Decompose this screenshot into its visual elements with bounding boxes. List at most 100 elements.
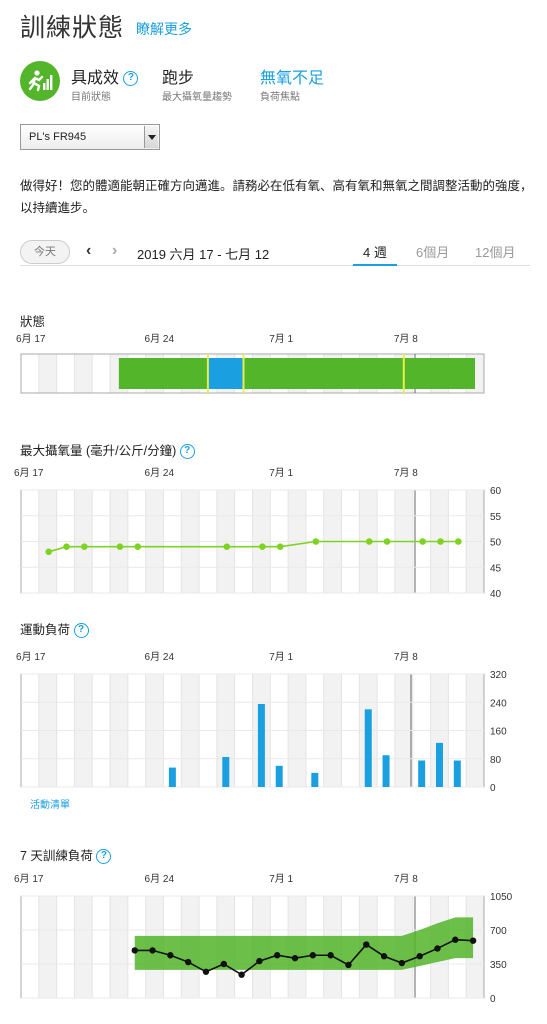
x-tick-label: 6月 17: [16, 333, 46, 345]
date-range: 2019 六月 17 - 七月 12: [137, 247, 270, 262]
x-tick-label: 6月 24: [145, 873, 175, 885]
load-bar: [311, 772, 319, 787]
y-tick-label: 45: [490, 563, 502, 574]
vo2-data-point: [81, 543, 88, 550]
vo2-data-point: [454, 538, 462, 545]
y-tick-label: 160: [490, 727, 507, 738]
tab-divider: [20, 265, 530, 266]
x-tick-label: 6月 24: [145, 467, 175, 479]
load-bar: [418, 760, 426, 787]
today-button[interactable]: 今天: [20, 240, 70, 264]
device-select-value: PL's FR945: [29, 131, 87, 143]
seven-day-load-title: 7 天訓練負荷 ?: [20, 845, 112, 865]
seven-day-load-point: [309, 952, 317, 959]
grid-column: [74, 354, 93, 393]
vo2-data-point: [419, 538, 426, 545]
x-tick-label: 7月 1: [269, 651, 293, 663]
y-tick-label: 0: [490, 783, 496, 794]
seven-day-load-point: [149, 947, 156, 954]
grid-column: [56, 896, 75, 998]
load-chart-title: 運動負荷 ?: [20, 619, 89, 639]
y-tick-label: 0: [490, 994, 496, 1005]
seven-day-load-point: [452, 936, 459, 943]
page-title: 訓練狀態: [20, 14, 125, 42]
help-icon[interactable]: ?: [96, 849, 112, 865]
activity-type: 跑步: [162, 70, 195, 87]
status-segment: [118, 358, 208, 389]
status-label: 目前狀態: [71, 92, 111, 103]
vo2-chart-title-text: 最大攝氧量 (毫升/公斤/分鐘): [20, 444, 177, 458]
y-tick-label: 80: [490, 755, 502, 766]
status-value: 具成效 ?: [71, 64, 139, 88]
y-tick-label: 50: [490, 538, 502, 549]
grid-column: [92, 354, 111, 393]
vo2-data-point: [45, 548, 53, 556]
status-segment: [207, 358, 244, 389]
y-tick-label: 40: [490, 589, 502, 600]
vo2-chart-title: 最大攝氧量 (毫升/公斤/分鐘) ?: [20, 440, 195, 460]
vo2-data-point: [63, 543, 70, 550]
vo2-data-point: [116, 543, 124, 550]
seven-day-load-point: [256, 957, 263, 965]
load-chart: 6月 17 6月 24 7月 1 7月 8 320 240 160 80 0: [16, 651, 507, 794]
grid-column: [56, 354, 75, 393]
status-value-text: 具成效: [71, 70, 120, 87]
x-tick-label: 7月 8: [394, 333, 418, 345]
seven-day-load-point: [380, 953, 388, 960]
x-tick-label: 7月 8: [394, 651, 418, 663]
dropdown-arrow-icon[interactable]: [144, 126, 158, 148]
status-segment: [243, 358, 475, 389]
load-bar: [168, 767, 176, 787]
load-focus-label: 負荷焦點: [260, 92, 300, 103]
grid-column: [110, 896, 128, 998]
tab-12-months[interactable]: 12個月: [475, 242, 515, 261]
x-tick-label: 7月 8: [394, 467, 418, 479]
seven-day-load-point: [434, 945, 441, 952]
seven-day-load-point: [202, 968, 210, 975]
seven-day-load-point: [363, 941, 370, 948]
x-tick-label: 7月 1: [269, 333, 293, 345]
activity-type-label: 最大攝氧量趨勢: [162, 92, 232, 103]
help-icon[interactable]: ?: [179, 444, 195, 460]
load-bar: [364, 709, 372, 787]
vo2-data-point: [365, 538, 373, 545]
vo2-data-point: [383, 538, 391, 545]
vo2-data-point: [276, 543, 284, 550]
learn-more-link[interactable]: 瞭解更多: [136, 19, 192, 39]
device-select[interactable]: PL's FR945: [20, 124, 160, 150]
load-bar: [453, 760, 461, 787]
load-focus-value[interactable]: 無氧不足: [260, 64, 324, 88]
seven-day-load-point: [184, 958, 192, 966]
seven-day-load-point: [167, 952, 174, 959]
next-arrow-icon[interactable]: ›: [112, 242, 117, 260]
grid-column: [38, 354, 57, 393]
tab-4-weeks[interactable]: 4 週: [363, 242, 387, 261]
load-chart-title-text: 運動負荷: [20, 623, 71, 637]
help-icon[interactable]: ?: [123, 71, 139, 87]
x-tick-label: 7月 1: [269, 873, 293, 885]
y-tick-label: 55: [490, 512, 502, 523]
seven-day-load-chart: 6月 17 6月 24 7月 1 7月 8 1050 700 350 0: [14, 873, 513, 1005]
productive-status-icon: [20, 61, 60, 101]
prev-arrow-icon[interactable]: ‹: [86, 242, 91, 260]
seven-day-load-point: [345, 961, 352, 969]
x-tick-label: 6月 17: [14, 873, 44, 885]
x-tick-label: 6月 17: [16, 651, 46, 663]
activity-list-link[interactable]: 活動清單: [30, 796, 70, 811]
grid-column: [21, 354, 39, 393]
vo2-data-point: [259, 543, 266, 550]
x-tick-label: 7月 1: [269, 467, 293, 479]
vo2-data-point: [134, 543, 142, 550]
vo2-data-point: [437, 538, 444, 545]
y-tick-label: 350: [490, 960, 507, 971]
load-bar: [257, 704, 265, 787]
seven-day-load-point: [131, 947, 138, 954]
seven-day-load-point: [274, 952, 281, 959]
seven-day-load-point: [220, 960, 227, 968]
y-tick-label: 700: [490, 926, 507, 937]
vo2-chart: 6月 17 6月 24 7月 1 7月 8 60 55 50 45 40: [14, 467, 502, 600]
vo2-data-point: [312, 538, 320, 545]
tab-6-months[interactable]: 6個月: [416, 242, 449, 261]
y-tick-label: 240: [490, 698, 507, 709]
help-icon[interactable]: ?: [73, 623, 89, 639]
